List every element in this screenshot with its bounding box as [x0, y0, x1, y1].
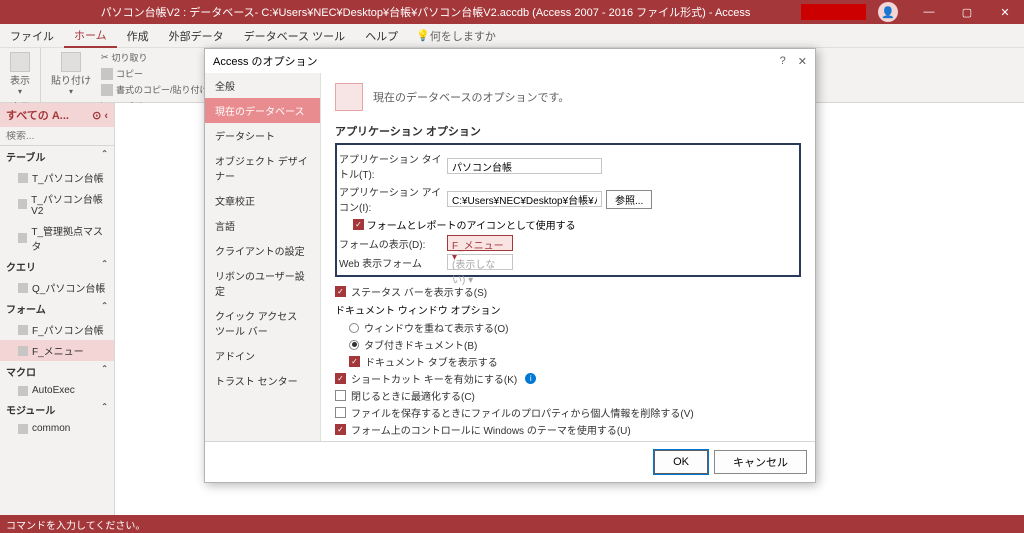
options-dialog: Access のオプション ? ✕ 全般 現在のデータベース データシート オブ…: [204, 48, 816, 483]
title-bar: パソコン台帳V2 : データベース- C:¥Users¥NEC¥Desktop¥…: [0, 0, 1024, 24]
dnav-designer[interactable]: オブジェクト デザイナー: [205, 148, 320, 188]
paste-button[interactable]: 貼り付け▾: [47, 50, 95, 98]
module-icon: [18, 424, 28, 434]
ok-button[interactable]: OK: [654, 450, 708, 474]
app-title-input[interactable]: [447, 158, 602, 174]
doc-window-label: ドキュメント ウィンドウ オプション: [335, 300, 801, 319]
navigation-pane: すべての A...⊙ ‹ テーブル⌃ T_パソコン台帳 T_パソコン台帳V2 T…: [0, 103, 115, 515]
dialog-close-button[interactable]: ✕: [798, 55, 807, 68]
user-avatar[interactable]: 👤: [878, 2, 898, 22]
nav-search[interactable]: [0, 127, 114, 146]
menu-file[interactable]: ファイル: [0, 24, 64, 48]
display-form-select[interactable]: F_メニュー ▾: [447, 235, 513, 251]
nav-cat-macro[interactable]: マクロ⌃: [0, 361, 114, 382]
tabbed-radio[interactable]: [349, 340, 359, 350]
menu-help[interactable]: ヘルプ: [355, 24, 408, 48]
nav-item-t1[interactable]: T_パソコン台帳: [0, 167, 114, 188]
compact-checkbox[interactable]: [335, 390, 346, 401]
dnav-proof[interactable]: 文章校正: [205, 188, 320, 213]
format-painter-button[interactable]: 書式のコピー/貼り付け: [99, 82, 211, 97]
menu-create[interactable]: 作成: [117, 24, 159, 48]
view-icon: [10, 52, 30, 72]
status-bar: コマンドを入力してください。: [0, 515, 1024, 533]
copy-icon: [101, 68, 113, 80]
section-app: アプリケーション オプション: [335, 123, 801, 139]
view-button[interactable]: 表示▾: [6, 50, 34, 98]
cut-button[interactable]: ✂切り取り: [99, 50, 211, 65]
nav-item-mo1[interactable]: common: [0, 420, 114, 437]
restore-button[interactable]: ▢: [948, 0, 986, 24]
shortcut-checkbox[interactable]: ✓: [335, 373, 346, 384]
minimize-button[interactable]: —: [910, 0, 948, 24]
nav-cat-table[interactable]: テーブル⌃: [0, 146, 114, 167]
display-form-label: フォームの表示(D):: [339, 236, 447, 251]
app-title: パソコン台帳V2 : データベース- C:¥Users¥NEC¥Desktop¥…: [50, 4, 801, 20]
dnav-addin[interactable]: アドイン: [205, 343, 320, 368]
close-button[interactable]: ✕: [986, 0, 1024, 24]
dnav-qat[interactable]: クイック アクセス ツール バー: [205, 303, 320, 343]
dnav-trust[interactable]: トラスト センター: [205, 368, 320, 393]
dnav-client[interactable]: クライアントの設定: [205, 238, 320, 263]
nav-cat-module[interactable]: モジュール⌃: [0, 399, 114, 420]
macro-icon: [18, 386, 28, 396]
menu-external[interactable]: 外部データ: [159, 24, 234, 48]
status-bar-checkbox[interactable]: ✓: [335, 286, 346, 297]
content-header: 現在のデータベースのオプションです。: [373, 89, 569, 105]
themed-checkbox[interactable]: ✓: [335, 424, 346, 435]
dnav-language[interactable]: 言語: [205, 213, 320, 238]
nav-item-q1[interactable]: Q_パソコン台帳: [0, 277, 114, 298]
highlighted-area: アプリケーション タイトル(T): アプリケーション アイコン(I): 参照..…: [335, 143, 801, 277]
table-icon: [18, 173, 28, 183]
nav-item-t2[interactable]: T_パソコン台帳V2: [0, 188, 114, 220]
use-icon-checkbox[interactable]: ✓: [353, 219, 364, 230]
nav-search-input[interactable]: [6, 131, 108, 142]
nav-item-m1[interactable]: AutoExec: [0, 382, 114, 399]
dialog-help-button[interactable]: ?: [780, 55, 786, 68]
user-badge[interactable]: [801, 4, 866, 20]
nav-cat-query[interactable]: クエリ⌃: [0, 256, 114, 277]
nav-header[interactable]: すべての A...⊙ ‹: [0, 103, 114, 127]
form-icon: [18, 325, 28, 335]
dnav-ribbon[interactable]: リボンのユーザー設定: [205, 263, 320, 303]
dialog-content: 現在のデータベースのオプションです。 アプリケーション オプション アプリケーシ…: [321, 73, 815, 441]
cancel-button[interactable]: キャンセル: [714, 450, 807, 474]
web-form-select: (表示しない) ▾: [447, 254, 513, 270]
app-icon-input[interactable]: [447, 191, 602, 207]
format-painter-icon: [101, 84, 113, 96]
show-tabs-checkbox[interactable]: ✓: [349, 356, 360, 367]
menu-bar: ファイル ホーム 作成 外部データ データベース ツール ヘルプ 💡 何をします…: [0, 24, 1024, 48]
paste-icon: [61, 52, 81, 72]
app-title-label: アプリケーション タイトル(T):: [339, 151, 447, 181]
app-icon-label: アプリケーション アイコン(I):: [339, 184, 447, 214]
nav-item-t3[interactable]: T_管理拠点マスタ: [0, 220, 114, 256]
cut-icon: ✂: [101, 52, 109, 63]
nav-cat-form[interactable]: フォーム⌃: [0, 298, 114, 319]
web-form-label: Web 表示フォーム: [339, 255, 447, 270]
menu-home[interactable]: ホーム: [64, 24, 117, 48]
search-placeholder: 何をしますか: [430, 28, 496, 44]
menu-dbtools[interactable]: データベース ツール: [234, 24, 356, 48]
dnav-datasheet[interactable]: データシート: [205, 123, 320, 148]
browse-button[interactable]: 参照...: [606, 190, 652, 209]
dialog-nav: 全般 現在のデータベース データシート オブジェクト デザイナー 文章校正 言語…: [205, 73, 321, 441]
dialog-title: Access のオプション: [213, 53, 318, 69]
table-icon: [18, 233, 27, 243]
db-icon: [335, 83, 363, 111]
nav-item-f2[interactable]: F_メニュー: [0, 340, 114, 361]
query-icon: [18, 283, 28, 293]
overlap-radio[interactable]: [349, 323, 359, 333]
nav-item-f1[interactable]: F_パソコン台帳: [0, 319, 114, 340]
remove-personal-checkbox[interactable]: [335, 407, 346, 418]
info-icon[interactable]: i: [525, 373, 536, 384]
tell-me-search[interactable]: 💡 何をしますか: [416, 28, 496, 44]
table-icon: [18, 199, 27, 209]
dnav-general[interactable]: 全般: [205, 73, 320, 98]
form-icon: [18, 346, 28, 356]
dnav-current[interactable]: 現在のデータベース: [205, 98, 320, 123]
copy-button[interactable]: コピー: [99, 66, 211, 81]
